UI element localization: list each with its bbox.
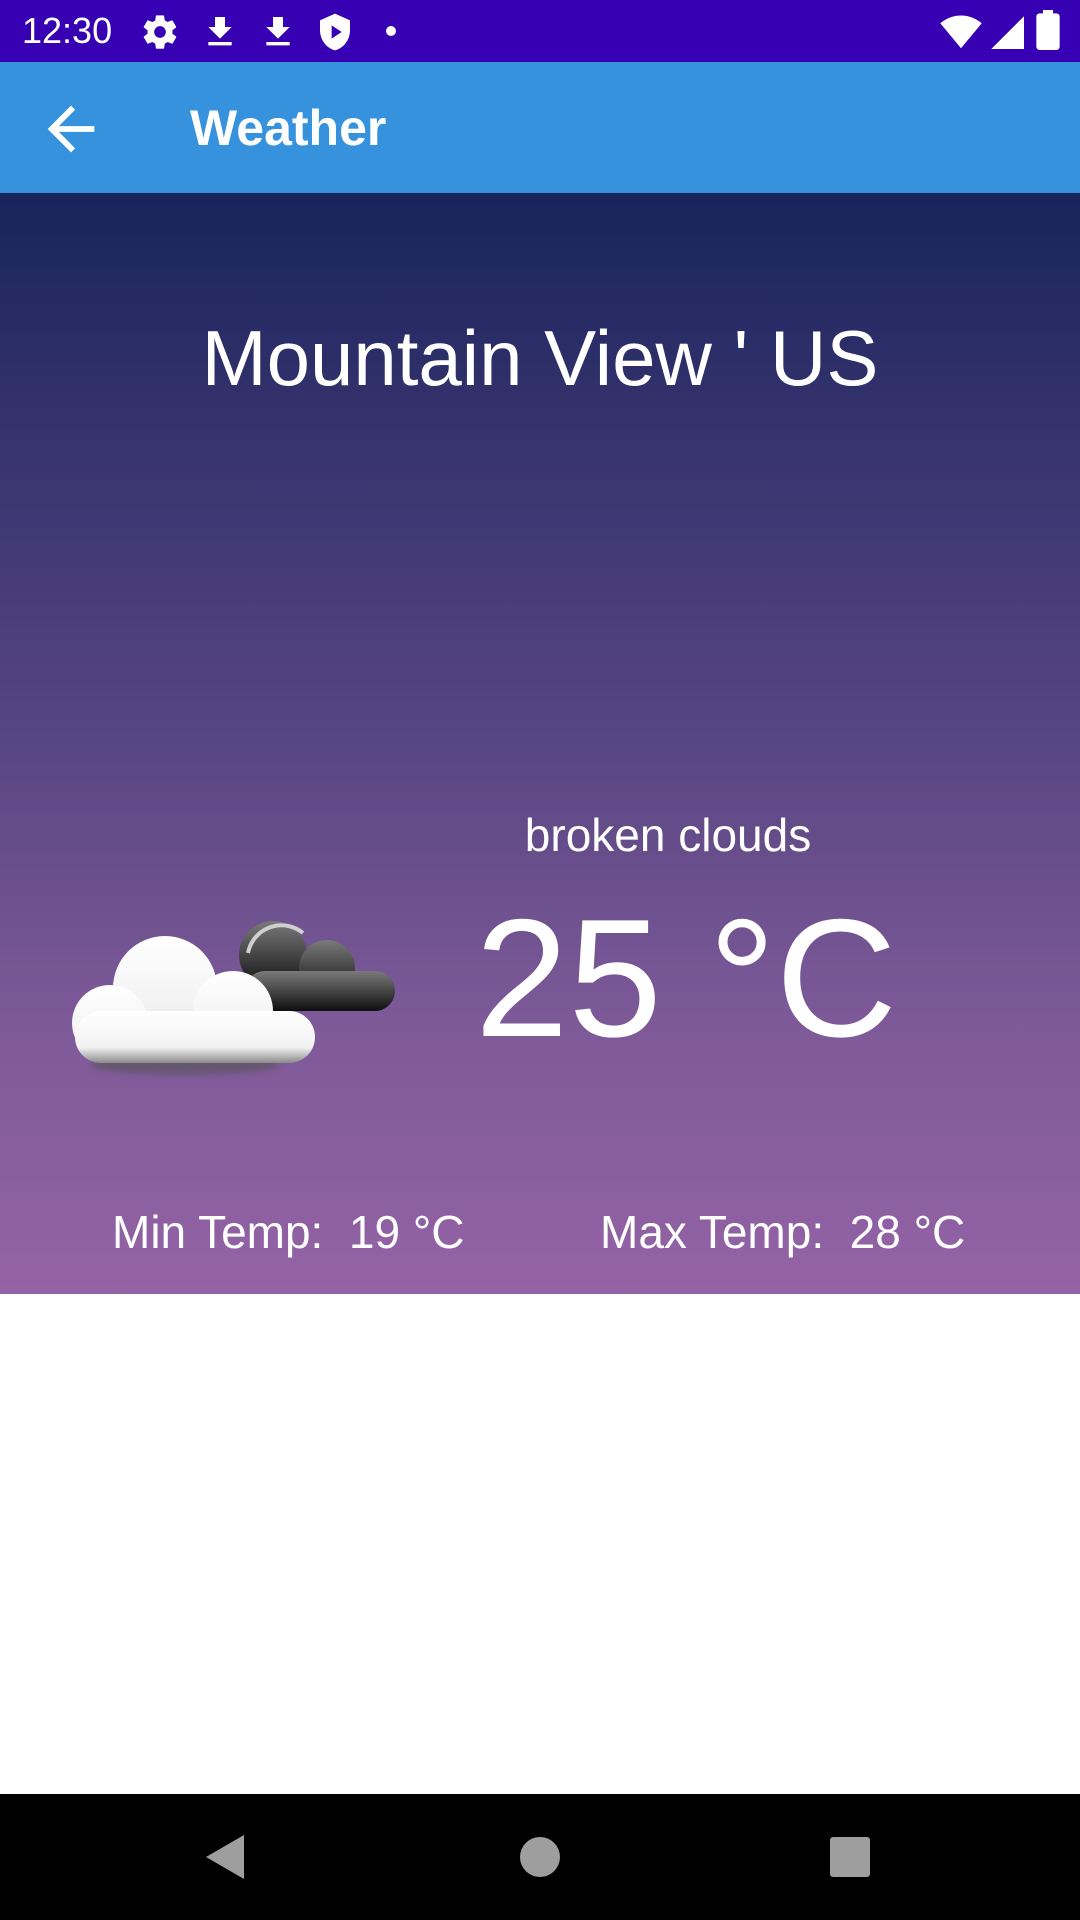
max-temperature: Max Temp: 28 °C <box>600 1206 966 1258</box>
page-title: Weather <box>190 100 387 156</box>
back-triangle-icon <box>206 1835 244 1879</box>
signal-icon <box>991 16 1024 49</box>
arrow-back-icon <box>47 105 95 153</box>
broken-clouds-icon <box>72 921 395 1075</box>
current-temperature: 25 °C <box>475 884 898 1072</box>
status-time: 12:30 <box>22 10 113 51</box>
download-icon <box>208 17 232 46</box>
gear-icon <box>143 15 177 49</box>
nav-home-button[interactable] <box>510 1827 570 1887</box>
nav-back-button[interactable] <box>196 1827 256 1887</box>
recents-square-icon <box>830 1837 870 1877</box>
dot-icon <box>386 26 396 36</box>
weather-screen: 12:30 Weather Mountain View ' US broken … <box>0 0 1080 1920</box>
city-name: Mountain View ' US <box>201 314 879 402</box>
wifi-icon <box>940 15 982 49</box>
navigation-bar <box>0 1794 1080 1920</box>
back-button[interactable] <box>36 94 106 164</box>
status-bar: 12:30 <box>0 0 1080 62</box>
nav-recents-button[interactable] <box>820 1827 880 1887</box>
battery-icon <box>1036 10 1060 50</box>
shield-play-icon <box>320 13 350 51</box>
weather-description: broken clouds <box>524 809 812 861</box>
home-circle-icon <box>520 1837 560 1877</box>
download-icon <box>266 17 290 46</box>
app-bar: Weather <box>0 62 1080 193</box>
min-temperature: Min Temp: 19 °C <box>112 1206 465 1258</box>
weather-panel: Mountain View ' US broken clouds 25 °C M… <box>0 193 1080 1294</box>
